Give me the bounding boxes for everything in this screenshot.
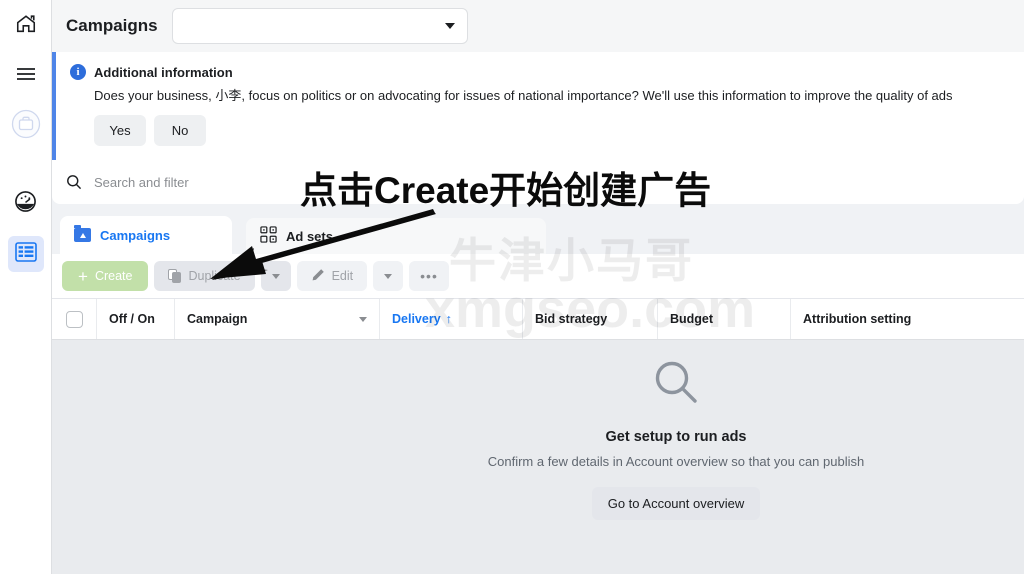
tab-ad-sets[interactable]: Ad sets <box>246 218 546 254</box>
account-select[interactable] <box>171 8 468 44</box>
banner-no-button[interactable]: No <box>154 115 206 146</box>
duplicate-icon <box>168 268 182 284</box>
sort-ascending-icon: ↑ <box>445 312 452 326</box>
search-icon <box>66 174 82 190</box>
empty-state-title: Get setup to run ads <box>605 429 747 445</box>
duplicate-button[interactable]: Duplicate <box>154 261 255 291</box>
chevron-down-icon <box>444 23 455 29</box>
column-label: Budget <box>670 312 714 326</box>
edit-dropdown-button[interactable] <box>373 261 404 291</box>
page-title: Campaigns <box>66 16 158 35</box>
column-label: Attribution setting <box>803 312 912 326</box>
table-grid-icon <box>14 241 37 267</box>
table-toolbar: + Create Duplicate Edit ••• <box>52 254 1024 298</box>
create-button[interactable]: + Create <box>62 261 149 291</box>
table-header-row: Off / On Campaign Delivery ↑ Bid strateg… <box>52 298 1024 340</box>
empty-state-content: Get setup to run ads Confirm a few detai… <box>396 356 956 520</box>
chevron-down-icon <box>271 273 280 279</box>
magnifier-icon <box>650 356 702 413</box>
ads-manager-window: Campaigns i Additional information Does … <box>0 0 1024 574</box>
edit-button[interactable]: Edit <box>296 261 368 291</box>
banner-yes-button[interactable]: Yes <box>94 115 146 146</box>
pencil-icon <box>311 268 325 285</box>
banner-body-text: Does your business, 小李, focus on politic… <box>94 88 953 103</box>
column-header-delivery[interactable]: Delivery ↑ <box>380 299 523 339</box>
banner-title: Additional information <box>94 64 233 80</box>
object-tabs: Campaigns Ad sets <box>52 212 1024 254</box>
edit-button-label: Edit <box>331 269 354 283</box>
column-header-attribution-setting[interactable]: Attribution setting <box>791 299 936 339</box>
additional-information-banner: i Additional information Does your busin… <box>52 52 1024 160</box>
duplicate-dropdown-button[interactable] <box>260 261 291 291</box>
table-empty-state: Get setup to run ads Confirm a few detai… <box>52 340 1024 574</box>
tab-campaigns-label: Campaigns <box>100 227 171 243</box>
column-label: Campaign <box>187 312 248 326</box>
top-bar: Campaigns <box>52 0 1024 52</box>
select-all-checkbox[interactable] <box>65 310 83 328</box>
tab-ad-sets-label: Ad sets <box>286 228 333 244</box>
info-icon: i <box>70 64 86 80</box>
column-label: Bid strategy <box>535 312 608 326</box>
tab-campaigns[interactable]: Campaigns <box>60 216 232 254</box>
left-nav-rail <box>0 0 52 574</box>
create-button-label: Create <box>94 269 133 283</box>
column-header-budget[interactable]: Budget <box>658 299 791 339</box>
hamburger-menu-icon <box>15 65 37 88</box>
column-header-campaign[interactable]: Campaign <box>175 299 380 339</box>
sidebar-item-home[interactable] <box>8 8 44 44</box>
main-content: Campaigns i Additional information Does … <box>52 0 1024 574</box>
column-header-off-on[interactable]: Off / On <box>97 299 175 339</box>
go-to-account-overview-button[interactable]: Go to Account overview <box>591 487 761 520</box>
campaign-folder-icon <box>74 225 91 242</box>
empty-state-subtitle: Confirm a few details in Account overvie… <box>487 454 865 469</box>
banner-actions: Yes No <box>70 115 1024 146</box>
home-icon <box>15 13 37 40</box>
chevron-down-icon[interactable] <box>359 316 367 322</box>
select-all-checkbox-cell[interactable] <box>52 299 97 339</box>
business-avatar-icon <box>11 109 41 144</box>
sidebar-item-business[interactable] <box>8 108 44 144</box>
sidebar-item-ads-manager[interactable] <box>7 236 44 272</box>
column-label: Off / On <box>109 312 155 326</box>
more-actions-button[interactable]: ••• <box>409 261 449 291</box>
search-and-filter-bar[interactable]: Search and filter <box>52 160 1024 204</box>
column-label: Delivery <box>392 312 441 326</box>
banner-header: i Additional information <box>70 64 1024 80</box>
sidebar-item-performance[interactable] <box>8 186 44 222</box>
chevron-down-icon <box>384 273 393 279</box>
plus-icon: + <box>78 266 88 286</box>
duplicate-button-label: Duplicate <box>188 269 241 283</box>
sidebar-item-menu[interactable] <box>8 58 44 94</box>
search-input[interactable]: Search and filter <box>94 175 189 190</box>
gauge-icon <box>14 190 37 218</box>
adsets-grid-icon <box>260 226 277 246</box>
column-header-bid-strategy[interactable]: Bid strategy <box>523 299 658 339</box>
ellipsis-icon: ••• <box>420 268 438 284</box>
